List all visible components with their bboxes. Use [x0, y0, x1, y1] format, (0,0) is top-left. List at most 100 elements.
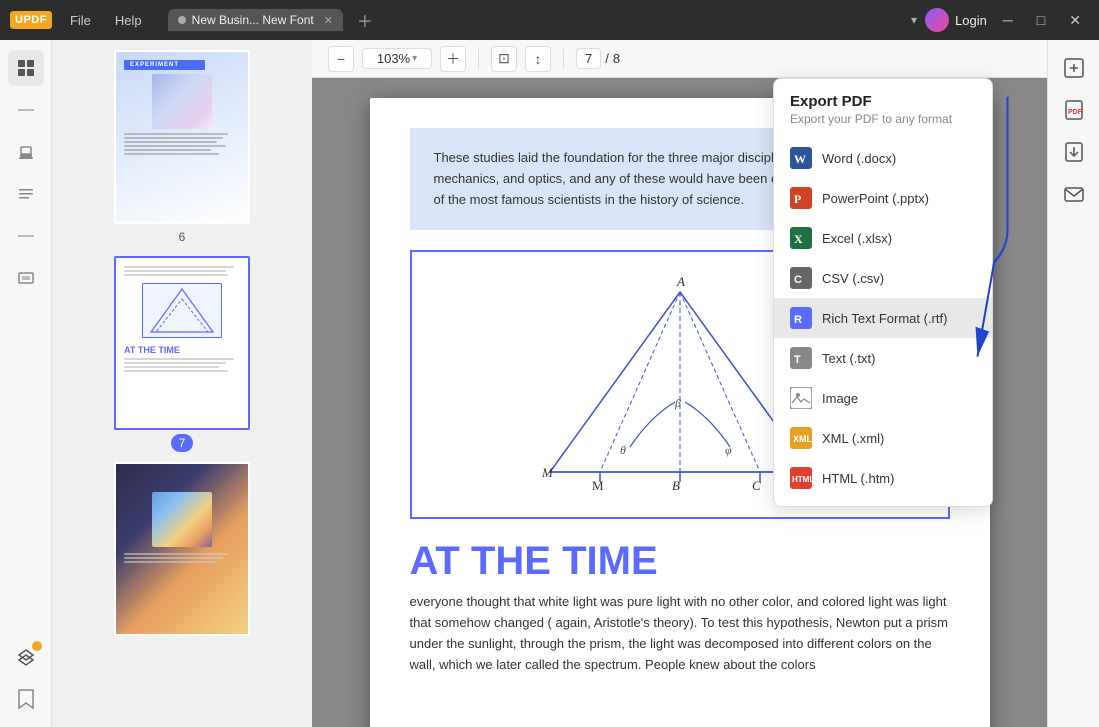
notification-badge — [32, 641, 42, 651]
thumb-frame-6[interactable]: EXPERIMENT — [114, 50, 250, 224]
thumb6-header-text: EXPERIMENT — [124, 60, 205, 70]
zoom-display: 103% ▾ — [362, 48, 432, 69]
thumb6-lines — [124, 133, 240, 155]
export-label-csv: CSV (.csv) — [822, 271, 884, 286]
right-pdf-icon[interactable]: PDF — [1056, 92, 1092, 128]
zoom-value: 103% — [377, 51, 410, 66]
thumb8-image — [152, 492, 212, 547]
export-item-excel[interactable]: X Excel (.xlsx) — [774, 218, 992, 258]
export-item-image[interactable]: Image — [774, 378, 992, 418]
right-sidebar: PDF — [1047, 40, 1099, 727]
fit-width-button[interactable]: ↕ — [525, 46, 551, 72]
svg-text:A: A — [676, 274, 685, 289]
toolbar-separator-2 — [563, 49, 564, 69]
thumb-label-6: 6 — [171, 228, 194, 246]
svg-text:X: X — [794, 232, 803, 246]
menu-bar: File Help — [60, 9, 152, 32]
login-label: Login — [955, 13, 987, 28]
right-export-icon[interactable] — [1056, 50, 1092, 86]
thumb7-diagram — [142, 283, 222, 338]
export-header: Export PDF Export your PDF to any format — [774, 79, 992, 130]
menu-file[interactable]: File — [60, 9, 101, 32]
tab-label: New Busin... New Font — [192, 13, 314, 27]
pptx-icon: P — [790, 187, 812, 209]
nav-arrow-left[interactable]: ▾ — [911, 13, 917, 27]
titlebar: UPDF File Help New Busin... New Font ✕ ＋… — [0, 0, 1099, 40]
export-item-html[interactable]: HTML HTML (.htm) — [774, 458, 992, 498]
content-wrapper: − 103% ▾ ＋ ⊡ ↕ 7 / 8 These studies laid … — [312, 40, 1047, 727]
svg-text:M: M — [541, 465, 554, 480]
image-icon — [790, 387, 812, 409]
toolbar-separator — [478, 49, 479, 69]
sidebar-item-dash2 — [8, 218, 44, 254]
thumbnail-6[interactable]: EXPERIMENT 6 — [62, 50, 302, 246]
tab-close-button[interactable]: ✕ — [324, 14, 333, 27]
right-email-icon[interactable] — [1056, 176, 1092, 212]
thumbnail-7[interactable]: AT THE TIME 7 — [62, 256, 302, 452]
close-button[interactable]: ✕ — [1061, 12, 1089, 29]
export-item-rtf[interactable]: R Rich Text Format (.rtf) — [774, 298, 992, 338]
at-thetime-heading: AT THE TIME — [410, 539, 950, 584]
app-logo: UPDF — [10, 11, 52, 29]
zoom-dropdown-arrow[interactable]: ▾ — [412, 53, 417, 64]
excel-icon: X — [790, 227, 812, 249]
xml-icon: XML — [790, 427, 812, 449]
export-item-csv[interactable]: C CSV (.csv) — [774, 258, 992, 298]
thumb-frame-8[interactable] — [114, 462, 250, 636]
page-current: 7 — [576, 48, 601, 69]
svg-text:β: β — [674, 396, 681, 410]
thumb-label-7: 7 — [171, 434, 194, 452]
svg-text:C: C — [794, 274, 802, 286]
sidebar-item-dash1 — [8, 92, 44, 128]
sidebar-item-bookmark[interactable] — [8, 681, 44, 717]
menu-help[interactable]: Help — [105, 9, 152, 32]
new-tab-button[interactable]: ＋ — [357, 8, 373, 32]
word-icon: W — [790, 147, 812, 169]
sidebar-item-grid[interactable] — [8, 50, 44, 86]
maximize-button[interactable]: □ — [1029, 12, 1053, 28]
avatar — [925, 8, 949, 32]
svg-text:θ: θ — [620, 443, 626, 457]
thumb-frame-7[interactable]: AT THE TIME — [114, 256, 250, 430]
svg-text:φ: φ — [725, 443, 732, 457]
main-layout: EXPERIMENT 6 — [0, 40, 1099, 727]
active-tab[interactable]: New Busin... New Font ✕ — [168, 9, 343, 31]
export-list: W Word (.docx) P PowerPoint (.pptx) — [774, 130, 992, 506]
thumb6-image — [152, 74, 212, 129]
export-item-xml[interactable]: XML XML (.xml) — [774, 418, 992, 458]
export-item-txt[interactable]: T Text (.txt) — [774, 338, 992, 378]
export-label-txt: Text (.txt) — [822, 351, 875, 366]
csv-icon: C — [790, 267, 812, 289]
export-subtitle: Export your PDF to any format — [790, 112, 976, 126]
sidebar-item-edit[interactable] — [8, 176, 44, 212]
svg-text:PDF: PDF — [1068, 109, 1083, 116]
export-label-excel: Excel (.xlsx) — [822, 231, 892, 246]
sidebar-item-layers2[interactable] — [8, 639, 44, 675]
export-item-pptx[interactable]: P PowerPoint (.pptx) — [774, 178, 992, 218]
txt-icon: T — [790, 347, 812, 369]
rtf-icon: R — [790, 307, 812, 329]
zoom-out-button[interactable]: − — [328, 46, 354, 72]
sidebar-item-layers[interactable] — [8, 260, 44, 296]
export-item-word[interactable]: W Word (.docx) — [774, 138, 992, 178]
login-button[interactable]: Login — [925, 8, 987, 32]
zoom-in-button[interactable]: ＋ — [440, 46, 466, 72]
thumb7-title: AT THE TIME — [124, 345, 240, 355]
page-display: 7 / 8 — [576, 48, 620, 69]
svg-text:B: B — [672, 478, 680, 492]
export-pdf-panel: Export PDF Export your PDF to any format… — [773, 78, 993, 507]
minimize-button[interactable]: ─ — [995, 12, 1021, 28]
export-label-pptx: PowerPoint (.pptx) — [822, 191, 929, 206]
export-label-word: Word (.docx) — [822, 151, 896, 166]
sidebar-item-stamp[interactable] — [8, 134, 44, 170]
export-label-xml: XML (.xml) — [822, 431, 884, 446]
fit-page-button[interactable]: ⊡ — [491, 46, 517, 72]
svg-text:HTML: HTML — [792, 475, 812, 484]
page-total: 8 — [613, 51, 620, 66]
svg-text:R: R — [794, 314, 802, 326]
right-save-icon[interactable] — [1056, 134, 1092, 170]
thumbnail-8[interactable] — [62, 462, 302, 636]
svg-text:W: W — [794, 152, 806, 166]
svg-text:T: T — [794, 354, 801, 366]
html-icon: HTML — [790, 467, 812, 489]
